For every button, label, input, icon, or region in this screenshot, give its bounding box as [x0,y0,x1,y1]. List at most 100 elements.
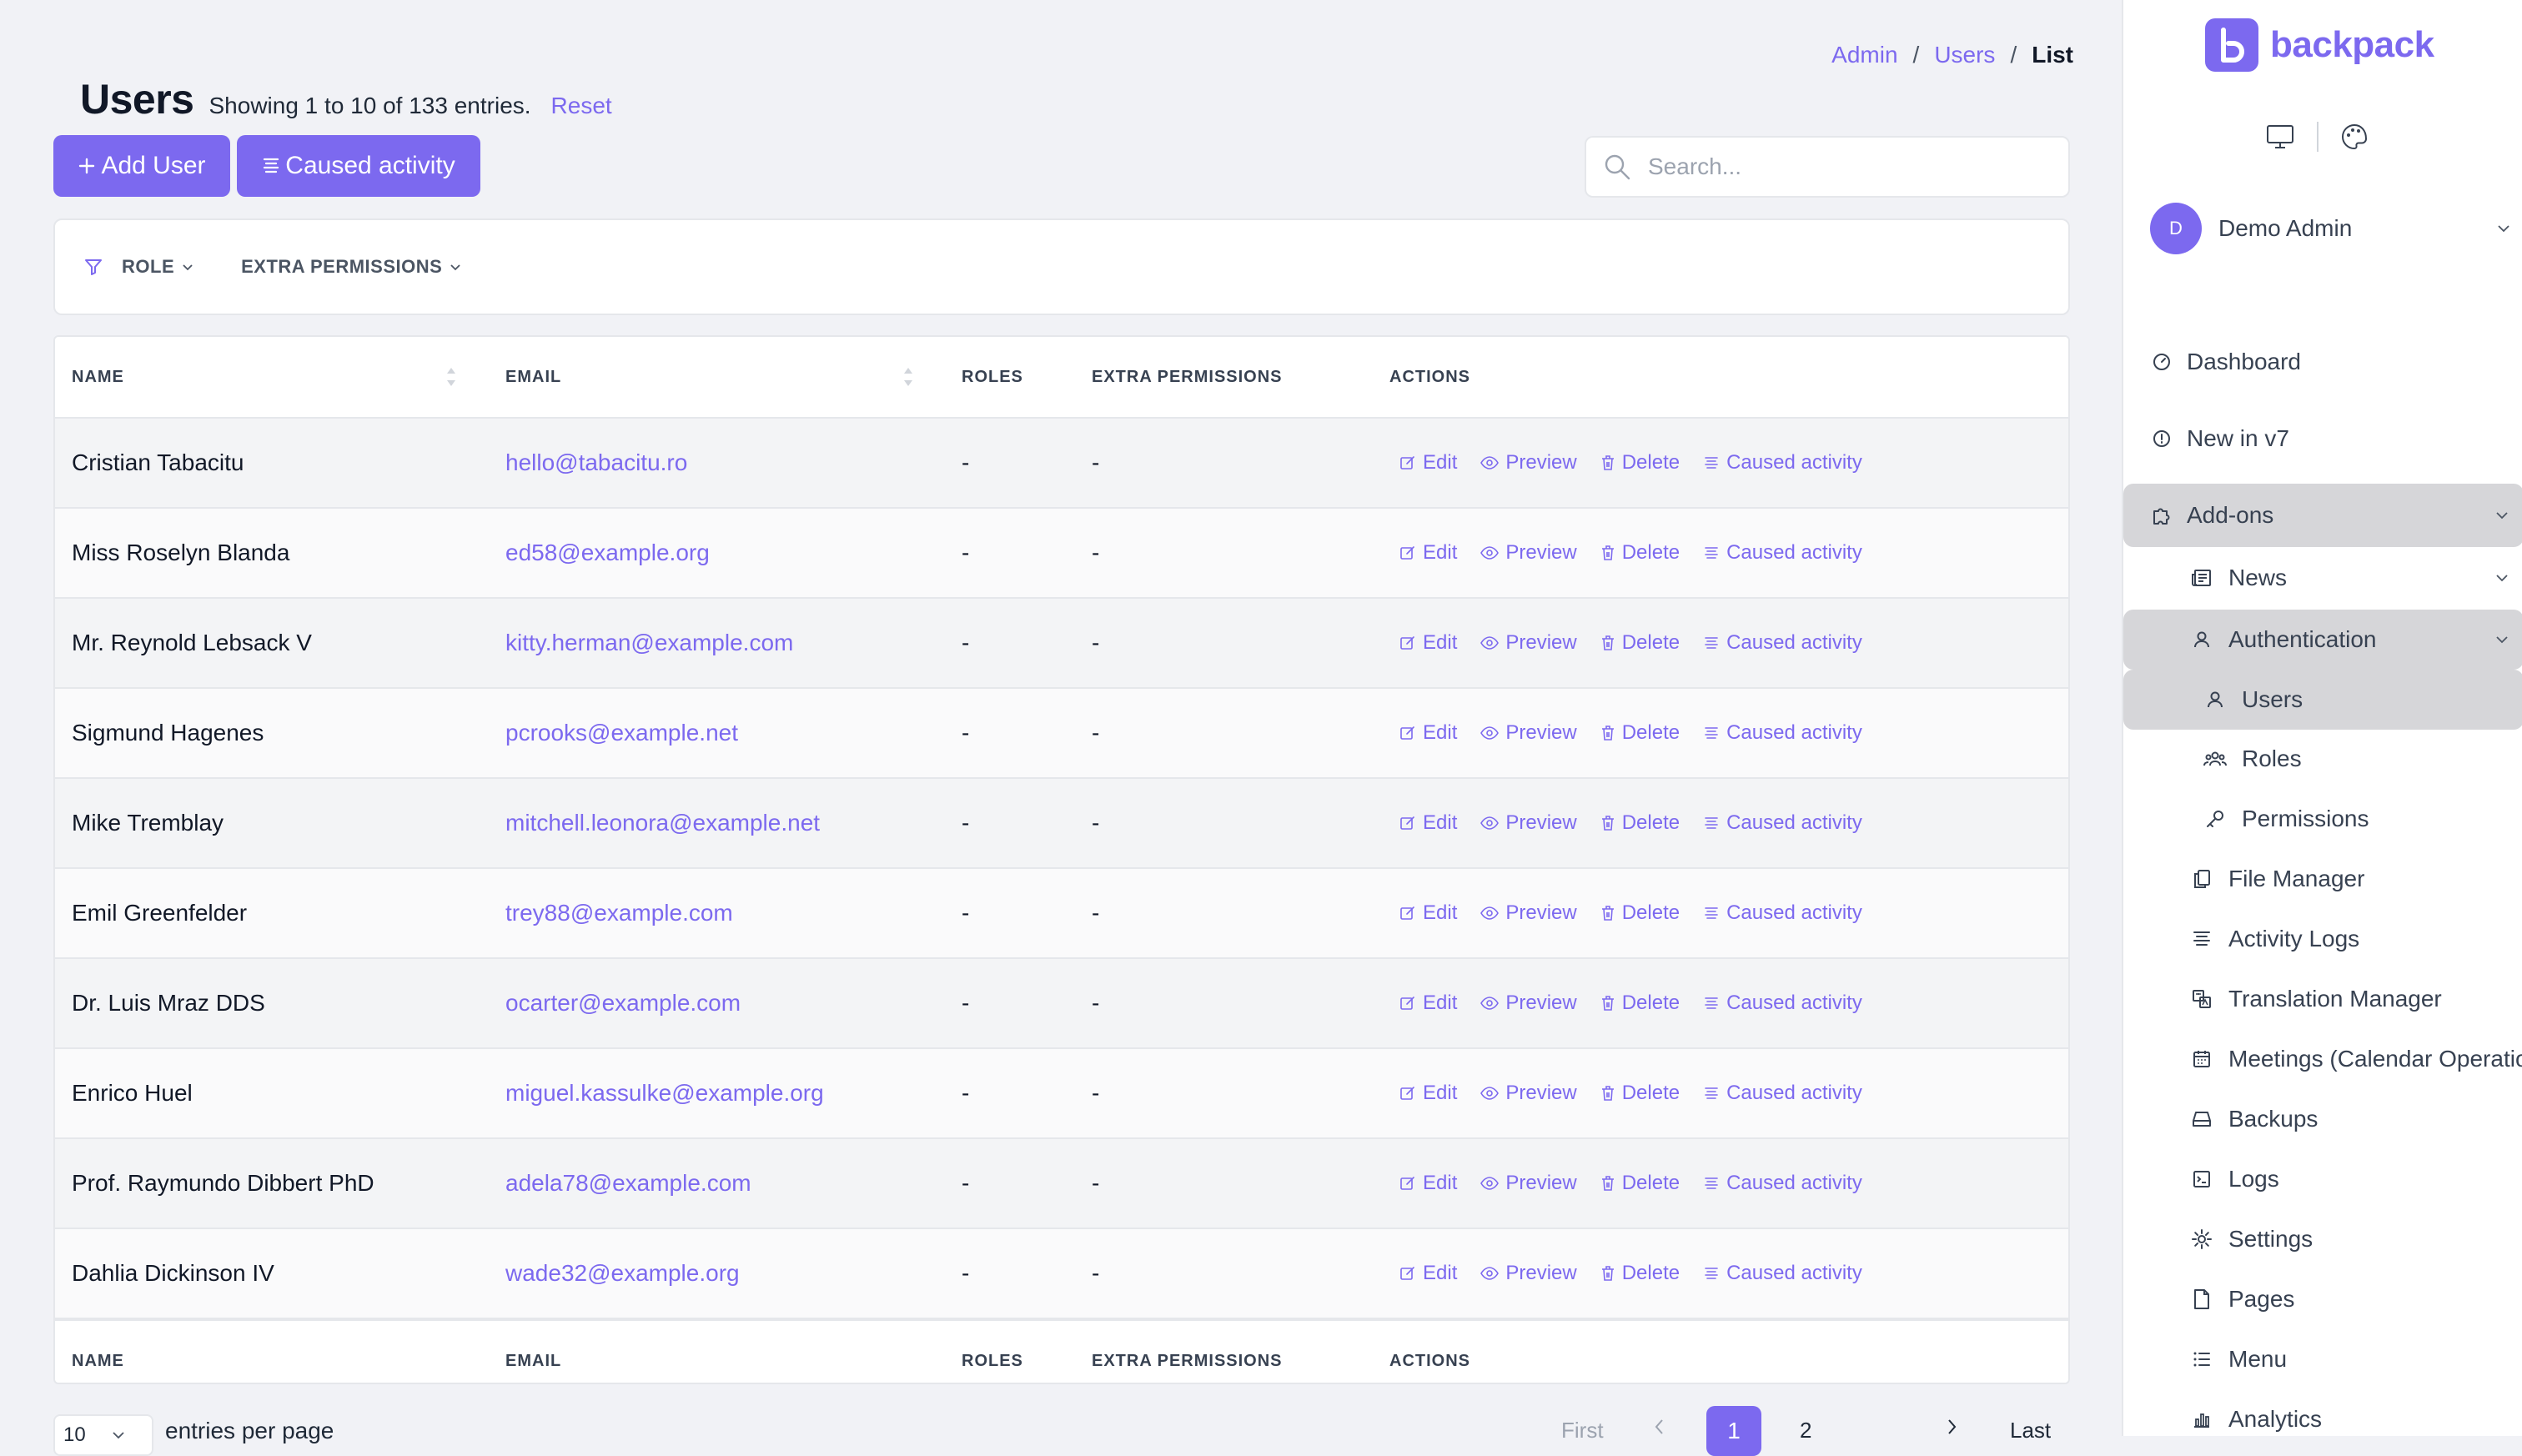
pagination-page-1[interactable]: 1 [1706,1406,1761,1456]
sidebar-item-news[interactable]: News [2123,549,2522,607]
breadcrumb-admin[interactable]: Admin [1831,42,1897,68]
sidebar-item-translation-manager[interactable]: Translation Manager [2123,970,2522,1028]
sidebar-item-settings[interactable]: Settings [2123,1210,2522,1268]
pagination-page-2[interactable]: 2 [1800,1418,1811,1443]
edit-button[interactable]: Edit [1399,1172,1457,1195]
per-page-select[interactable]: 10 [53,1414,153,1456]
edit-button[interactable]: Edit [1399,811,1457,835]
preview-button[interactable]: Preview [1480,1082,1577,1105]
preview-button[interactable]: Preview [1480,631,1577,655]
sidebar-item-activity-logs[interactable]: Activity Logs [2123,910,2522,968]
sidebar-item-menu[interactable]: Menu [2123,1330,2522,1388]
sidebar-item-dashboard[interactable]: Dashboard [2123,333,2522,391]
sidebar-item-backups[interactable]: Backups [2123,1090,2522,1148]
edit-button[interactable]: Edit [1399,541,1457,565]
sidebar-item-permissions[interactable]: Permissions [2123,790,2522,848]
delete-button[interactable]: Delete [1600,901,1680,925]
delete-button[interactable]: Delete [1600,631,1680,655]
edit-button[interactable]: Edit [1399,451,1457,474]
preview-button[interactable]: Preview [1480,1262,1577,1285]
pagination-last[interactable]: Last [2010,1418,2051,1443]
preview-button[interactable]: Preview [1480,811,1577,835]
sidebar-item-pages[interactable]: Pages [2123,1270,2522,1328]
caused-activity-link[interactable]: Caused activity [1703,901,1862,925]
preview-button[interactable]: Preview [1480,901,1577,925]
delete-button[interactable]: Delete [1600,1262,1680,1285]
brand[interactable]: backpack [2205,18,2434,72]
edit-button[interactable]: Edit [1399,992,1457,1015]
cell-email[interactable]: ed58@example.org [505,540,710,566]
activity-list-icon [1703,454,1720,471]
pagination-first[interactable]: First [1561,1418,1604,1443]
edit-button[interactable]: Edit [1399,1262,1457,1285]
add-user-button[interactable]: Add User [53,135,230,197]
cell-actions: Edit Preview Delete Caused activity [1399,811,1862,835]
cell-email[interactable]: trey88@example.com [505,900,733,926]
cell-email[interactable]: miguel.kassulke@example.org [505,1080,824,1107]
delete-button[interactable]: Delete [1600,451,1680,474]
sidebar-item-analytics[interactable]: Analytics [2123,1390,2522,1436]
cell-email[interactable]: mitchell.leonora@example.net [505,810,820,836]
delete-button[interactable]: Delete [1600,1172,1680,1195]
users-group-icon [2203,747,2227,771]
caused-activity-link[interactable]: Caused activity [1703,811,1862,835]
avatar: D [2150,203,2202,254]
caused-activity-link[interactable]: Caused activity [1703,992,1862,1015]
sidebar-item-roles[interactable]: Roles [2123,730,2522,788]
delete-button[interactable]: Delete [1600,811,1680,835]
sort-icon[interactable] [445,364,457,389]
cell-email[interactable]: pcrooks@example.net [505,720,738,746]
delete-button[interactable]: Delete [1600,992,1680,1015]
edit-button[interactable]: Edit [1399,901,1457,925]
edit-button[interactable]: Edit [1399,1082,1457,1105]
delete-button[interactable]: Delete [1600,721,1680,745]
cell-name: Dr. Luis Mraz DDS [72,990,265,1016]
delete-button[interactable]: Delete [1600,1082,1680,1105]
column-header-name[interactable]: NAME [72,368,124,387]
sidebar-item-label: File Manager [2228,866,2365,891]
caused-activity-button[interactable]: Caused activity [237,135,480,197]
cell-email[interactable]: adela78@example.com [505,1170,751,1197]
breadcrumb-users[interactable]: Users [1934,42,1995,68]
sidebar-item-addons[interactable]: Add-ons [2123,484,2522,547]
sidebar-item-authentication[interactable]: Authentication [2123,610,2522,670]
preview-button[interactable]: Preview [1480,451,1577,474]
sort-icon[interactable] [902,364,914,389]
preview-button[interactable]: Preview [1480,1172,1577,1195]
monitor-icon[interactable] [2265,123,2295,150]
caused-activity-link[interactable]: Caused activity [1703,721,1862,745]
cell-email[interactable]: hello@tabacitu.ro [505,449,687,476]
sidebar-item-new-in-v7[interactable]: New in v7 [2123,409,2522,468]
caused-activity-link[interactable]: Caused activity [1703,1262,1862,1285]
sidebar-item-users[interactable]: Users [2123,670,2522,730]
user-menu[interactable]: D Demo Admin [2150,202,2517,255]
caused-activity-link[interactable]: Caused activity [1703,541,1862,565]
caused-activity-link[interactable]: Caused activity [1703,631,1862,655]
filter-role[interactable]: ROLE [122,256,194,278]
breadcrumb: Admin / Users / List [1831,42,2073,68]
caused-activity-link[interactable]: Caused activity [1703,1172,1862,1195]
sidebar-item-meetings[interactable]: Meetings (Calendar Operation) [2123,1030,2522,1088]
edit-button[interactable]: Edit [1399,631,1457,655]
edit-button[interactable]: Edit [1399,721,1457,745]
sidebar-item-logs[interactable]: Logs [2123,1150,2522,1208]
per-page-value: 10 [63,1423,86,1446]
pagination-prev-icon[interactable] [1653,1416,1666,1438]
column-header-email[interactable]: EMAIL [505,368,561,387]
caused-activity-link[interactable]: Caused activity [1703,1082,1862,1105]
preview-button[interactable]: Preview [1480,721,1577,745]
sidebar-item-file-manager[interactable]: File Manager [2123,850,2522,908]
cell-email[interactable]: ocarter@example.com [505,990,741,1017]
preview-button[interactable]: Preview [1480,541,1577,565]
search-input[interactable] [1646,153,2050,181]
delete-button[interactable]: Delete [1600,541,1680,565]
cell-email[interactable]: wade32@example.org [505,1260,740,1287]
palette-icon[interactable] [2340,123,2369,151]
reset-link[interactable]: Reset [551,93,612,119]
pagination-next-icon[interactable] [1945,1416,1958,1438]
preview-button[interactable]: Preview [1480,992,1577,1015]
caused-activity-link[interactable]: Caused activity [1703,451,1862,474]
cell-email[interactable]: kitty.herman@example.com [505,630,793,656]
caused-activity-label: Caused activity [1726,992,1862,1014]
filter-extra-permissions[interactable]: EXTRA PERMISSIONS [241,256,462,278]
